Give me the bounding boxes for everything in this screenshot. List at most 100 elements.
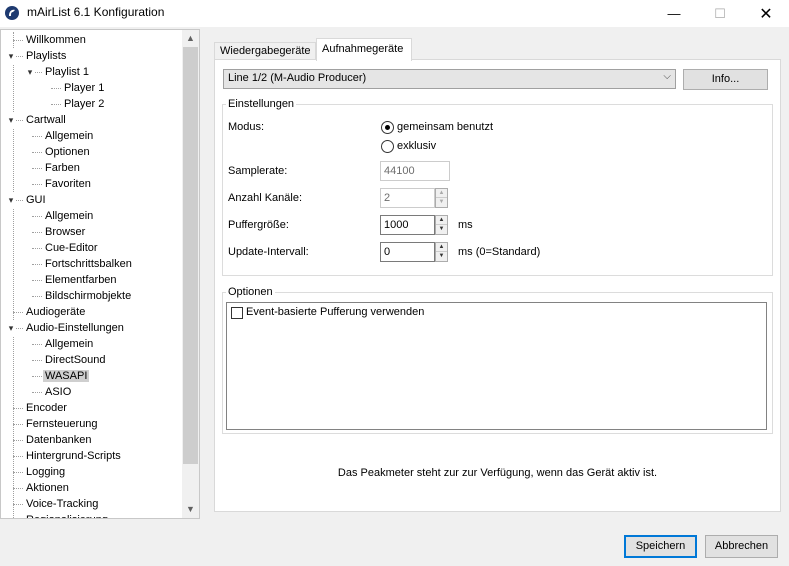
chevron-down-icon[interactable]: ▾ [6,112,16,128]
buffer-field[interactable]: 1000 [380,215,435,235]
tree-item[interactable]: Audio-Einstellungen [24,320,126,336]
radio-shared[interactable] [381,121,394,134]
chevron-down-icon[interactable]: ▾ [25,64,35,80]
chevron-down-icon[interactable]: ▾ [6,48,16,64]
device-select[interactable]: Line 1/2 (M-Audio Producer) ⌵ [223,69,676,89]
tree-item[interactable]: Voice-Tracking [24,496,100,512]
tree-connector [32,296,42,297]
tree-item-label: Playlist 1 [45,66,90,78]
settings-group-title: Einstellungen [226,98,297,110]
tree-item[interactable]: Allgemein [43,128,95,144]
tree-item[interactable]: Playlist 1 [43,64,91,80]
tree-item-label: Optionen [45,146,90,158]
tree-item[interactable]: Playlists [24,48,68,64]
event-buffering-checkbox[interactable] [231,307,243,319]
info-button[interactable]: Info... [683,69,768,90]
tree-connector [13,456,23,457]
tree-connector [32,232,42,233]
update-interval-spinner[interactable]: ▲ ▼ [435,242,448,262]
tree-item[interactable]: Regionalisierung [24,512,110,518]
window-title: mAirList 6.1 Konfiguration [27,5,165,19]
tree-item[interactable]: Farben [43,160,82,176]
tree-item-label: Allgemein [45,338,94,350]
tree-item[interactable]: Audiogeräte [24,304,87,320]
tree-connector [32,216,42,217]
event-buffering-label[interactable]: Event-basierte Pufferung verwenden [246,306,424,318]
tree-item[interactable]: Allgemein [43,336,95,352]
settings-tree[interactable]: ▲ ▼ Willkommen ▾ Playlists ▾ Playlist 1 Playe… [0,29,200,519]
buffer-spinner[interactable]: ▲ ▼ [435,215,448,235]
tree-item[interactable]: Player 1 [62,80,106,96]
options-list[interactable]: Event-basierte Pufferung verwenden [226,302,767,430]
scroll-thumb[interactable] [183,47,198,464]
tree-item[interactable]: Hintergrund-Scripts [24,448,123,464]
tree-item[interactable]: Browser [43,224,87,240]
tree-item-label: Player 2 [64,98,105,110]
tree-item[interactable]: DirectSound [43,352,108,368]
tree-item[interactable]: Encoder [24,400,69,416]
chevron-down-icon[interactable]: ▾ [6,320,16,336]
chevron-down-icon: ⌵ [663,71,671,82]
tree-item[interactable]: Allgemein [43,208,95,224]
tree-connector [13,312,23,313]
cancel-button[interactable]: Abbrechen [705,535,778,558]
tree-connector [32,376,42,377]
close-button[interactable]: ✕ [743,0,789,27]
tree-item[interactable]: Willkommen [24,32,88,48]
tree-item-label: Voice-Tracking [26,498,99,510]
tree-item[interactable]: WASAPI [43,368,90,384]
tree-connector [13,488,23,489]
tree-scrollbar[interactable]: ▲ ▼ [182,30,199,518]
save-button[interactable]: Speichern [624,535,697,558]
tree-item[interactable]: Cartwall [24,112,68,128]
spin-down-icon[interactable]: ▼ [436,252,447,261]
tree-connector [32,168,42,169]
spin-up-icon[interactable]: ▲ [436,216,447,225]
tree-item-label: Farben [45,162,80,174]
spin-down-icon: ▼ [438,199,445,205]
tree-connector [32,136,42,137]
tree-item-label: Encoder [26,402,67,414]
samplerate-field: 44100 [380,161,450,181]
scroll-up-icon[interactable]: ▲ [182,30,199,47]
tree-item[interactable]: Bildschirmobjekte [43,288,133,304]
spin-up-icon[interactable]: ▲ [436,243,447,252]
radio-exclusive[interactable] [381,140,394,153]
buffer-unit: ms [458,219,473,231]
tab-aufnahmegeraete[interactable]: Aufnahmegeräte [316,38,412,61]
maximize-button[interactable]: ☐ [697,0,743,27]
tree-item[interactable]: Optionen [43,144,92,160]
mode-label: Modus: [228,121,265,133]
update-interval-field[interactable]: 0 [380,242,435,262]
chevron-down-icon[interactable]: ▾ [6,192,16,208]
tree-item[interactable]: Fernsteuerung [24,416,100,432]
tree-connector [32,248,42,249]
scroll-down-icon[interactable]: ▼ [182,501,199,518]
tree-item[interactable]: Logging [24,464,67,480]
update-interval-label: Update-Intervall: [228,246,309,258]
tree-connector [13,472,23,473]
tree-item[interactable]: Datenbanken [24,432,93,448]
tree-connector [51,88,61,89]
tree-connector [13,504,23,505]
tree-connector [32,280,42,281]
channels-field: 2 [380,188,435,208]
tree-item[interactable]: Fortschrittsbalken [43,256,134,272]
tree-item-label: Allgemein [45,130,94,142]
tree-item[interactable]: Aktionen [24,480,71,496]
tree-item[interactable]: Favoriten [43,176,93,192]
tree-item-label: Playlists [26,50,67,62]
minimize-button[interactable]: — [651,0,697,27]
tree-item-label: ASIO [45,386,72,398]
tree-connector [13,32,14,518]
tree-item[interactable]: GUI [24,192,48,208]
tree-connector [32,360,42,361]
tree-item[interactable]: ASIO [43,384,73,400]
tree-item[interactable]: Cue-Editor [43,240,100,256]
tree-item[interactable]: Player 2 [62,96,106,112]
radio-shared-label[interactable]: gemeinsam benutzt [397,121,493,133]
radio-exclusive-label[interactable]: exklusiv [397,140,436,152]
tree-item-label: Willkommen [26,34,86,46]
tree-item[interactable]: Elementfarben [43,272,119,288]
spin-down-icon[interactable]: ▼ [436,225,447,234]
